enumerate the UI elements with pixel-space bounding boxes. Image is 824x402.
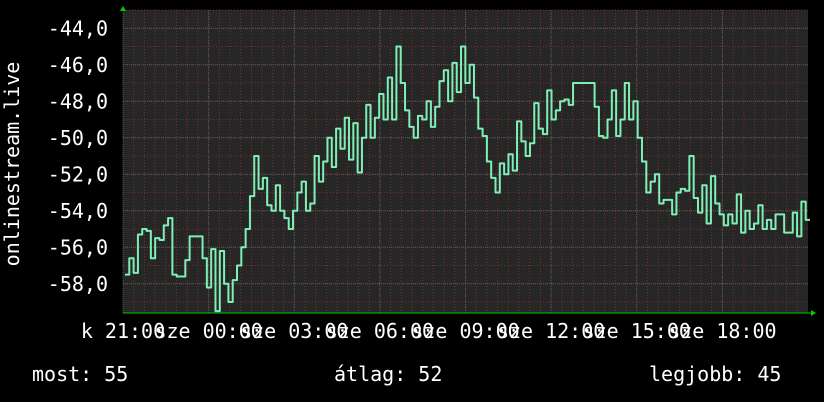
x-axis-arrow-icon bbox=[811, 310, 816, 316]
y-tick-label: -58,0 bbox=[48, 272, 108, 296]
best-value-label: legjobb: 45 bbox=[649, 362, 782, 386]
y-tick-label: -48,0 bbox=[48, 89, 108, 113]
line-chart: -44,0 -46,0 -48,0 -50,0 -52,0 -54,0 -56,0 -58,0… bbox=[0, 6, 816, 343]
y-tick-label: -54,0 bbox=[48, 199, 108, 223]
y-tick-label: -52,0 bbox=[48, 162, 108, 186]
y-tick-label: -46,0 bbox=[48, 53, 108, 77]
chart-frame: -44,0 -46,0 -48,0 -50,0 -52,0 -54,0 -56,0 -58,0… bbox=[0, 0, 824, 402]
y-tick-label: -50,0 bbox=[48, 126, 108, 150]
y-axis-arrow-icon bbox=[120, 6, 126, 11]
y-tick-label: -44,0 bbox=[48, 16, 108, 40]
x-tick-label: sze 18:00 bbox=[668, 319, 776, 343]
y-tick-label: -56,0 bbox=[48, 235, 108, 259]
current-value-label: most: 55 bbox=[32, 362, 129, 386]
average-value-label: átlag: 52 bbox=[334, 362, 443, 386]
x-tick-label: k 21:00 bbox=[81, 319, 165, 343]
y-axis-label: onlinestream.live bbox=[0, 62, 24, 267]
